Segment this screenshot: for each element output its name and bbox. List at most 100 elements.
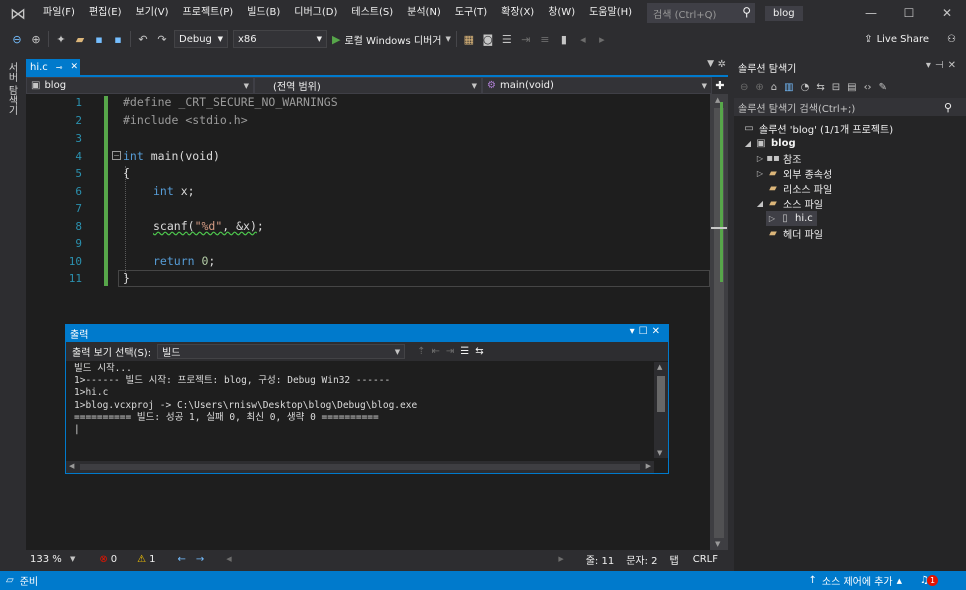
solution-explorer-title[interactable]: 솔루션 탐색기 ▾⊣✕ [734, 59, 966, 76]
comment-icon[interactable]: ≡ [538, 33, 552, 46]
zoom-level[interactable]: 133 % [26, 554, 70, 565]
live-share-button[interactable]: ⇪ Live Share ⚇ [864, 34, 966, 45]
project-dropdown[interactable]: ▣ blog ▼ [26, 77, 254, 94]
tree-item-external-dependencies[interactable]: ▷ ▰ 외부 종속성 [754, 166, 832, 181]
chevron-down-icon[interactable]: ▼ [70, 555, 75, 563]
goto-location-icon[interactable]: ⇡ [417, 346, 425, 357]
tree-item-hi-c[interactable]: ▷ ▯ hi.c [766, 211, 817, 226]
menu-window[interactable]: 창(W) [541, 0, 582, 26]
collapse-icon[interactable]: − [112, 151, 121, 160]
forward-icon[interactable]: ⊕ [755, 82, 763, 93]
add-to-source-control-button[interactable]: 소스 제어에 추가 [822, 573, 893, 588]
configuration-dropdown[interactable]: Debug ▼ [174, 30, 228, 48]
code-editor[interactable]: 1 2 3 4 5 6 7 8 9 10 11 − #define _CRT_S… [26, 94, 728, 550]
scroll-thumb[interactable] [80, 464, 640, 470]
window-controls[interactable]: ▾⊣✕ [926, 60, 960, 71]
window-controls[interactable]: ▾☐✕ [630, 326, 664, 337]
new-project-icon[interactable]: ✦ [54, 33, 68, 46]
next-issue-icon[interactable]: → [196, 554, 204, 565]
scroll-left-icon[interactable]: ◀ [69, 462, 74, 470]
scope-dropdown[interactable]: (전역 범위) ▼ [254, 77, 482, 94]
hot-reload-icon[interactable]: ▦ [462, 33, 476, 46]
menu-analyze[interactable]: 분석(N) [400, 0, 448, 26]
search-input[interactable]: 검색 (Ctrl+Q) ⚲ [647, 3, 756, 23]
forward-icon[interactable]: ⊕ [29, 33, 43, 46]
save-all-icon[interactable]: ▪ [111, 33, 125, 46]
warning-count[interactable]: 1 [149, 554, 155, 565]
bookmark-next-icon[interactable]: ▸ [595, 33, 609, 46]
tree-item-source-files[interactable]: ◢ ▰ 소스 파일 [754, 196, 823, 211]
next-message-icon[interactable]: ⇥ [446, 346, 454, 357]
split-add-icon[interactable]: ✚ [712, 77, 728, 94]
expanded-icon[interactable]: ◢ [754, 199, 766, 208]
server-explorer-tab[interactable]: 서버 탐색기 [0, 56, 22, 576]
menu-help[interactable]: 도움말(H) [582, 0, 639, 26]
tree-item-project[interactable]: ◢ ▣ blog [742, 136, 796, 151]
collapse-all-icon[interactable]: ⊟ [832, 82, 840, 93]
redo-icon[interactable]: ↷ [155, 33, 169, 46]
scroll-right-icon[interactable]: ▶ [558, 555, 563, 563]
menu-view[interactable]: 보기(V) [129, 0, 176, 26]
menu-tools[interactable]: 도구(T) [448, 0, 494, 26]
tree-item-solution[interactable]: ▭ 솔루션 'blog' (1/1개 프로젝트) [742, 121, 893, 136]
tab-hi-c[interactable]: hi.c ⊸ ✕ [26, 59, 80, 75]
menu-debug[interactable]: 디버그(D) [287, 0, 344, 26]
collapsed-icon[interactable]: ▷ [754, 169, 766, 178]
save-icon[interactable]: ▪ [92, 33, 106, 46]
clear-all-icon[interactable]: ☰ [460, 346, 469, 357]
tree-item-resource-files[interactable]: ▰ 리소스 파일 [766, 181, 832, 196]
maximize-icon[interactable]: ☐ [890, 6, 928, 20]
output-horizontal-scrollbar[interactable]: ◀ ▶ [66, 461, 654, 473]
wrench-icon[interactable]: ✎ [879, 82, 887, 93]
open-folder-icon[interactable]: ▰ [73, 33, 87, 46]
menu-test[interactable]: 테스트(S) [344, 0, 400, 26]
scroll-left-icon[interactable]: ◀ [226, 555, 231, 563]
output-source-dropdown[interactable]: 빌드 ▼ [157, 344, 406, 359]
person-icon[interactable]: ⚇ [947, 34, 956, 45]
collapsed-icon[interactable]: ▷ [766, 214, 778, 223]
camera-icon[interactable]: ◙ [481, 33, 495, 46]
menu-project[interactable]: 프로젝트(P) [176, 0, 241, 26]
start-debugging-button[interactable]: ▶ 로컬 Windows 디버거 ▼ [332, 32, 451, 47]
prev-issue-icon[interactable]: ← [178, 554, 186, 565]
code-view-icon[interactable]: ‹› [864, 82, 872, 93]
sync-icon[interactable]: ⇆ [816, 82, 824, 93]
menu-edit[interactable]: 편집(E) [82, 0, 129, 26]
pending-changes-icon[interactable]: ◔ [801, 82, 810, 93]
expanded-icon[interactable]: ◢ [742, 139, 754, 148]
error-count[interactable]: 0 [111, 554, 117, 565]
prev-message-icon[interactable]: ⇤ [431, 346, 439, 357]
close-icon[interactable]: ✕ [928, 6, 966, 20]
close-tab-icon[interactable]: ✕ [71, 62, 79, 72]
editor-vertical-scrollbar[interactable]: ▲ ▼ [710, 94, 728, 550]
tab-indicator[interactable]: 탭 [670, 552, 679, 567]
back-icon[interactable]: ⊖ [10, 33, 24, 46]
eol-indicator[interactable]: CRLF [693, 554, 718, 565]
scroll-down-icon[interactable]: ▼ [715, 540, 720, 548]
bookmark-prev-icon[interactable]: ◂ [576, 33, 590, 46]
tab-overflow-icon[interactable]: ▼ [707, 59, 714, 69]
show-all-files-icon[interactable]: ▤ [847, 82, 856, 93]
word-wrap-icon[interactable]: ⇆ [475, 346, 483, 357]
back-icon[interactable]: ⊖ [740, 82, 748, 93]
scroll-right-icon[interactable]: ▶ [646, 462, 651, 470]
function-dropdown[interactable]: ⚙ main(void) ▼ [482, 77, 712, 94]
menu-build[interactable]: 빌드(B) [240, 0, 287, 26]
menu-extensions[interactable]: 확장(X) [494, 0, 541, 26]
tree-item-references[interactable]: ▷ ▪▪ 참조 [754, 151, 801, 166]
indent-icon[interactable]: ⇥ [519, 33, 533, 46]
home-icon[interactable]: ⌂ [771, 82, 777, 93]
scroll-up-icon[interactable]: ▲ [657, 363, 662, 371]
output-vertical-scrollbar[interactable]: ▲ ▼ [654, 362, 668, 458]
scroll-thumb[interactable] [657, 376, 665, 412]
tree-item-header-files[interactable]: ▰ 헤더 파일 [766, 226, 823, 241]
chevron-up-icon[interactable]: ▲ [897, 577, 902, 585]
gear-icon[interactable]: ✲ [718, 59, 726, 70]
minimize-icon[interactable]: — [852, 6, 890, 20]
output-title-bar[interactable]: 출력 ▾☐✕ [66, 325, 668, 342]
scroll-down-icon[interactable]: ▼ [657, 449, 662, 457]
pin-icon[interactable]: ⊸ [56, 63, 63, 72]
menu-file[interactable]: 파일(F) [36, 0, 82, 26]
solution-search-input[interactable]: 솔루션 탐색기 검색(Ctrl+;) ⚲ [734, 98, 966, 116]
align-icon[interactable]: ☰ [500, 33, 514, 46]
